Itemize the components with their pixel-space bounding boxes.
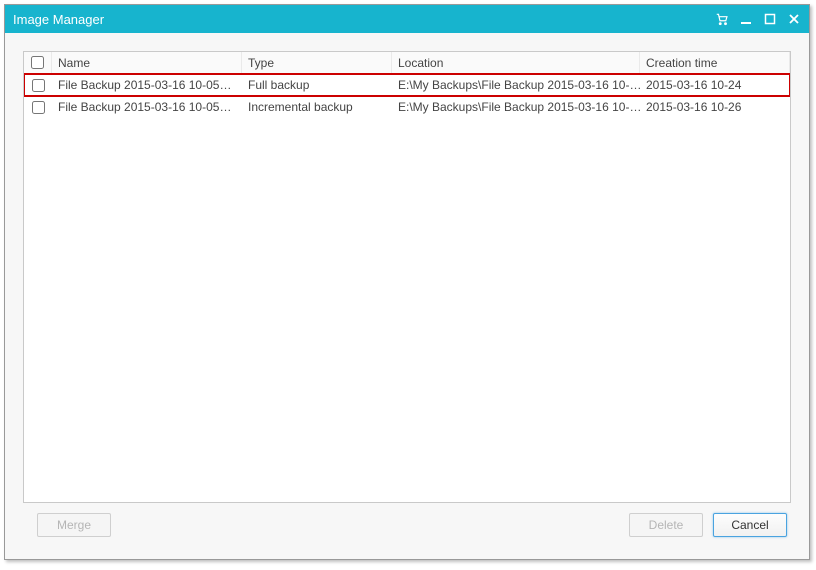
row-checkbox-cell [24,96,52,118]
row-location: E:\My Backups\File Backup 2015-03-16 10-… [392,96,640,118]
row-checkbox[interactable] [32,101,45,114]
row-name: File Backup 2015-03-16 10-05… [52,74,242,96]
backup-table: Name Type Location Creation time File Ba… [23,51,791,503]
row-checkbox[interactable] [32,79,45,92]
row-type: Incremental backup [242,96,392,118]
image-manager-window: Image Manager [4,4,810,560]
header-checkbox-cell [24,52,52,73]
footer-bar: Merge Delete Cancel [23,503,791,547]
row-creation-time: 2015-03-16 10-26 [640,96,790,118]
header-creation-time[interactable]: Creation time [640,52,790,73]
table-header-row: Name Type Location Creation time [24,52,790,74]
table-body: File Backup 2015-03-16 10-05…Full backup… [24,74,790,118]
table-row[interactable]: File Backup 2015-03-16 10-05…Incremental… [24,96,790,118]
row-checkbox-cell [24,74,52,96]
titlebar: Image Manager [5,5,809,33]
cart-icon[interactable] [715,12,729,26]
row-location: E:\My Backups\File Backup 2015-03-16 10-… [392,74,640,96]
header-name[interactable]: Name [52,52,242,73]
window-title: Image Manager [13,12,715,27]
window-controls [715,12,801,26]
row-name: File Backup 2015-03-16 10-05… [52,96,242,118]
merge-button[interactable]: Merge [37,513,111,537]
delete-button[interactable]: Delete [629,513,703,537]
header-type[interactable]: Type [242,52,392,73]
cancel-button[interactable]: Cancel [713,513,787,537]
row-type: Full backup [242,74,392,96]
row-creation-time: 2015-03-16 10-24 [640,74,790,96]
maximize-icon[interactable] [763,12,777,26]
minimize-icon[interactable] [739,12,753,26]
select-all-checkbox[interactable] [31,56,44,69]
header-location[interactable]: Location [392,52,640,73]
table-row[interactable]: File Backup 2015-03-16 10-05…Full backup… [24,74,790,96]
content-area: Name Type Location Creation time File Ba… [5,33,809,559]
close-icon[interactable] [787,12,801,26]
